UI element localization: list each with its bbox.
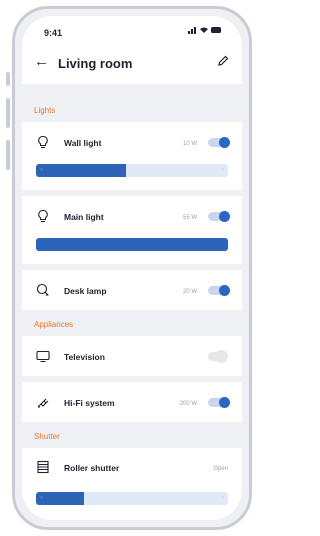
desk-lamp-icon bbox=[36, 283, 49, 296]
device-card-main-light: Main light 55 W bbox=[22, 196, 242, 264]
device-card-desk-lamp: Desk lamp 20 W bbox=[22, 270, 242, 310]
device-power: 10 W bbox=[182, 141, 197, 147]
signal-wifi-battery-icon bbox=[188, 27, 221, 34]
television-toggle[interactable] bbox=[208, 351, 228, 362]
slider-fill bbox=[36, 164, 127, 177]
slider-fill bbox=[36, 238, 228, 251]
device-card-roller-shutter: Roller shutter Open ○ ○ bbox=[22, 448, 242, 520]
main-light-toggle[interactable] bbox=[208, 211, 230, 222]
status-icons bbox=[188, 26, 222, 36]
section-lights-heading: Lights bbox=[34, 106, 56, 115]
slider-min-mark: ○ bbox=[40, 495, 44, 501]
section-shutter-heading: Shutter bbox=[34, 432, 60, 441]
status-bar: 9:41 bbox=[22, 16, 242, 44]
side-button bbox=[6, 140, 10, 170]
side-button bbox=[6, 98, 10, 128]
slider-max-mark: ○ bbox=[220, 167, 224, 173]
roller-shutter-icon bbox=[37, 460, 49, 474]
plug-icon bbox=[37, 398, 49, 408]
side-button bbox=[6, 72, 10, 86]
device-card-wall-light: Wall light 10 W ○ ○ bbox=[22, 122, 242, 190]
shutter-state: Open bbox=[213, 466, 228, 472]
device-label: Desk lamp bbox=[64, 286, 107, 296]
device-label: Roller shutter bbox=[64, 463, 120, 473]
toggle-knob bbox=[219, 397, 230, 408]
slider-max-mark: ○ bbox=[220, 495, 224, 501]
device-power: 20 W bbox=[182, 289, 197, 295]
light-bulb-icon bbox=[38, 209, 48, 223]
toggle-knob bbox=[219, 285, 230, 296]
wall-light-brightness-slider[interactable]: ○ ○ bbox=[36, 164, 228, 177]
desk-lamp-toggle[interactable] bbox=[208, 285, 230, 296]
edit-pencil-icon[interactable] bbox=[216, 54, 230, 68]
slider-fill bbox=[36, 492, 84, 505]
light-bulb-icon bbox=[38, 135, 48, 149]
section-appliances-heading: Appliances bbox=[34, 320, 74, 329]
device-power: 200 W bbox=[179, 401, 197, 407]
phone-frame: 9:41 ← Living room Lights Wall light 10 … bbox=[12, 6, 252, 530]
slider-min-mark: ○ bbox=[40, 167, 44, 173]
main-light-brightness-slider[interactable] bbox=[36, 238, 228, 251]
device-card-television: Television bbox=[22, 336, 242, 376]
device-label: Main light bbox=[64, 212, 104, 222]
television-icon bbox=[36, 350, 50, 363]
device-power: 55 W bbox=[182, 215, 197, 221]
roller-shutter-position-slider[interactable]: ○ ○ bbox=[36, 492, 228, 505]
toggle-knob bbox=[219, 211, 230, 222]
device-card-hifi-system: Hi-Fi system 200 W bbox=[22, 382, 242, 422]
status-time: 9:41 bbox=[44, 28, 63, 38]
screen: 9:41 ← Living room Lights Wall light 10 … bbox=[22, 16, 242, 520]
back-arrow-icon[interactable]: ← bbox=[34, 54, 49, 69]
toggle-knob bbox=[219, 137, 230, 148]
device-label: Hi-Fi system bbox=[64, 398, 115, 408]
hifi-system-toggle[interactable] bbox=[208, 397, 230, 408]
wall-light-toggle[interactable] bbox=[208, 137, 230, 148]
page-title: Living room bbox=[58, 56, 133, 71]
header: ← Living room bbox=[22, 44, 242, 84]
device-label: Television bbox=[64, 352, 105, 362]
device-label: Wall light bbox=[64, 138, 102, 148]
toggle-knob bbox=[216, 351, 227, 362]
